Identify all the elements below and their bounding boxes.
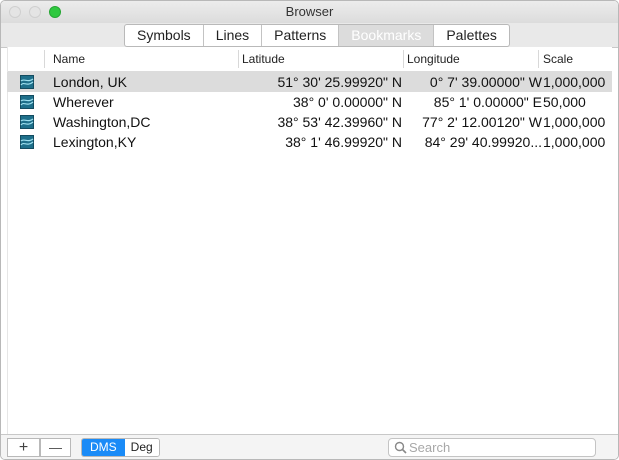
column-header-scale[interactable]: Scale [543,47,573,71]
row-scale: 50,000 [543,94,586,110]
window-title: Browser [285,4,334,19]
add-button[interactable]: + [7,438,40,457]
table-row[interactable]: Lexington,KY 38° 1' 46.99920" N 84° 29' 40… [7,132,612,152]
row-scale: 1,000,000 [543,134,606,150]
column-header-latitude[interactable]: Latitude [242,47,285,71]
column-separator [403,50,404,68]
row-scale: 1,000,000 [543,114,606,130]
column-separator [44,50,45,68]
row-latitude: 38° 53' 42.39960" N [277,114,402,130]
row-longitude: 84° 29' 40.99920... [424,134,542,150]
row-latitude: 38° 1' 46.99920" N [285,134,402,150]
column-separator [238,50,239,68]
tab-palettes[interactable]: Palettes [434,25,509,46]
search-input[interactable] [409,440,589,455]
tab-bar: Symbols Lines Patterns Bookmarks Palette… [124,24,510,47]
row-latitude: 51° 30' 25.99920" N [277,74,402,90]
row-scale: 1,000,000 [543,74,606,90]
tab-symbols[interactable]: Symbols [125,25,204,46]
deg-button[interactable]: Deg [124,439,159,456]
row-latitude: 38° 0' 0.00000" N [293,94,402,110]
row-longitude: 77° 2' 12.00120" W [422,114,542,130]
table-row[interactable]: Wherever 38° 0' 0.00000" N 85° 1' 0.00000"… [7,92,612,112]
map-bookmark-icon [20,95,34,109]
search-field[interactable] [388,438,596,457]
row-name: London, UK [53,74,127,90]
tab-patterns[interactable]: Patterns [262,25,340,46]
column-separator [538,50,539,68]
remove-button[interactable]: — [40,438,71,457]
row-name: Lexington,KY [53,134,137,150]
column-header-name[interactable]: Name [53,47,85,71]
table-row[interactable]: London, UK 51° 30' 25.99920" N 0° 7' 39.00… [7,72,612,92]
bookmark-list: London, UK 51° 30' 25.99920" N 0° 7' 39.00… [7,72,612,152]
browser-window: Browser Symbols Lines Patterns Bookmarks… [0,0,619,460]
coordinate-format-toggle: DMS Deg [81,438,160,457]
map-bookmark-icon [20,115,34,129]
tab-bookmarks[interactable]: Bookmarks [339,25,435,46]
row-longitude: 0° 7' 39.00000" W [429,74,542,90]
column-header-longitude[interactable]: Longitude [407,47,460,71]
title-bar: Browser [1,1,618,23]
map-bookmark-icon [20,75,34,89]
magnifier-icon [394,441,407,454]
table-header: Name Latitude Longitude Scale [7,47,612,72]
map-bookmark-icon [20,135,34,149]
tab-lines[interactable]: Lines [204,25,263,46]
dms-button[interactable]: DMS [82,439,125,456]
row-name: Wherever [53,94,114,110]
toolbar: Symbols Lines Patterns Bookmarks Palette… [1,23,618,48]
table-row[interactable]: Washington,DC 38° 53' 42.39960" N 77° 2' 1… [7,112,612,132]
row-name: Washington,DC [53,114,151,130]
bottom-bar: + — DMS Deg [1,434,618,459]
row-longitude: 85° 1' 0.00000" E [433,94,542,110]
